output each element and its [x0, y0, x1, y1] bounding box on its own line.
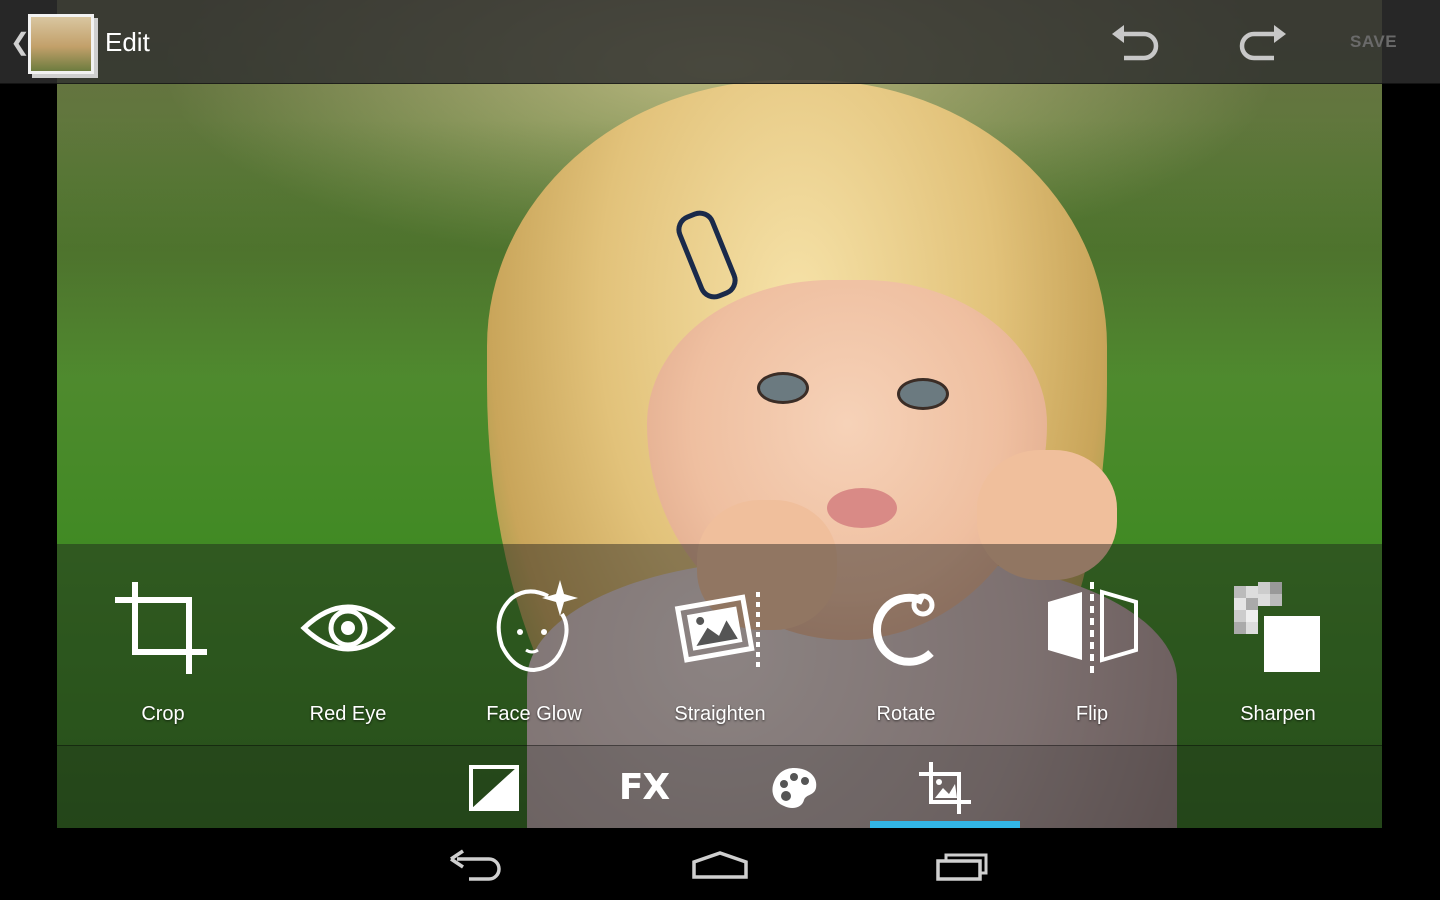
- tool-face-glow[interactable]: Face Glow: [441, 544, 627, 745]
- undo-button[interactable]: [1108, 18, 1164, 66]
- category-color[interactable]: [719, 746, 869, 829]
- category-fx[interactable]: FX: [569, 746, 719, 829]
- exposure-icon: [469, 764, 519, 811]
- sharpen-icon: [1234, 582, 1320, 672]
- system-nav-bar: [0, 828, 1440, 900]
- photo-stack-icon[interactable]: [28, 14, 94, 74]
- tool-label: Red Eye: [309, 703, 387, 725]
- tool-label: Face Glow: [486, 703, 582, 725]
- action-bar: ❮ Edit SAVE: [0, 0, 1440, 84]
- flip-icon: [1048, 582, 1138, 674]
- undo-icon: [1112, 25, 1159, 61]
- back-icon: [450, 849, 501, 881]
- tool-sharpen[interactable]: Sharpen: [1185, 544, 1371, 745]
- rotate-icon: [873, 593, 935, 666]
- face-sparkle-icon: [496, 580, 578, 673]
- subject-right-eye: [897, 378, 949, 410]
- tool-label: Sharpen: [1240, 703, 1316, 725]
- nav-back-button[interactable]: [437, 842, 517, 888]
- tool-flip[interactable]: Flip: [999, 544, 1185, 745]
- home-icon: [692, 851, 748, 879]
- redo-icon: [1239, 25, 1286, 61]
- subject-mouth: [827, 488, 897, 528]
- tool-straighten[interactable]: Straighten: [627, 544, 813, 745]
- straighten-icon: [674, 592, 760, 668]
- tool-label: Crop: [141, 703, 185, 725]
- page-title: Edit: [105, 27, 150, 57]
- save-button[interactable]: SAVE: [1350, 32, 1397, 52]
- eye-icon: [300, 604, 396, 652]
- tool-panel: Crop Red Eye Face Glow Straighten Rotate…: [57, 544, 1382, 745]
- tool-label: Flip: [1075, 703, 1109, 725]
- tool-red-eye[interactable]: Red Eye: [255, 544, 441, 745]
- subject-left-eye: [757, 372, 809, 404]
- category-exposure[interactable]: [419, 746, 569, 829]
- photo-editor-screen: ❮ Edit SAVE Crop Red Eye Face Glow Strai…: [0, 0, 1440, 900]
- crop-image-icon: [919, 761, 971, 814]
- tool-label: Rotate: [876, 703, 936, 725]
- nav-recents-button[interactable]: [924, 842, 1004, 888]
- tool-rotate[interactable]: Rotate: [813, 544, 999, 745]
- category-geometry[interactable]: [870, 746, 1020, 829]
- nav-home-button[interactable]: [680, 842, 760, 888]
- category-bar: FX: [57, 745, 1382, 829]
- tool-crop[interactable]: Crop: [70, 544, 256, 745]
- crop-icon: [115, 582, 207, 674]
- fx-icon: FX: [618, 767, 670, 808]
- tool-label: Straighten: [674, 703, 766, 725]
- recents-icon: [936, 853, 988, 881]
- redo-button[interactable]: [1234, 18, 1290, 66]
- palette-icon: [772, 767, 817, 808]
